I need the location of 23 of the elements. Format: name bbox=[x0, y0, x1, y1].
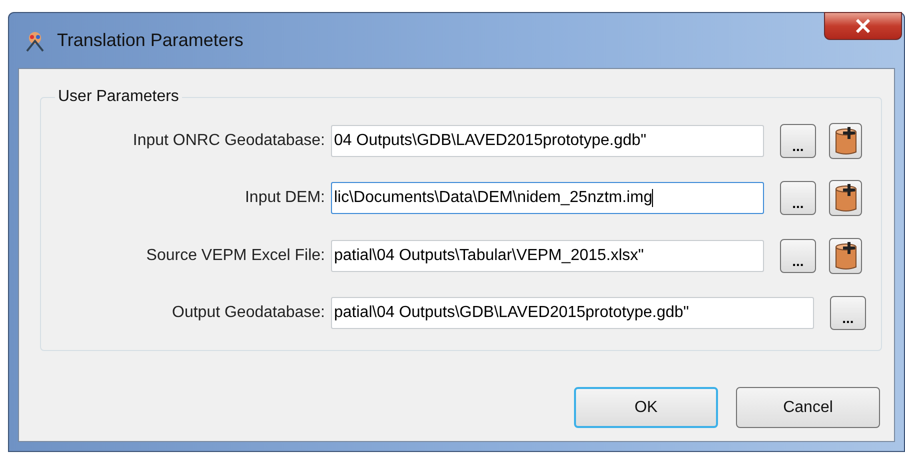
field-label: Source VEPM Excel File: bbox=[145, 246, 326, 265]
input-field[interactable]: lic\Documents\Data\DEM\nidem_25nztm.img bbox=[331, 182, 764, 214]
cylinder-plus-icon bbox=[832, 183, 858, 214]
dialog-button[interactable]: Cancel bbox=[736, 387, 880, 428]
add-button[interactable] bbox=[829, 238, 862, 274]
browse-button[interactable]: ... bbox=[830, 296, 866, 330]
browse-button[interactable]: ... bbox=[780, 124, 816, 158]
cylinder-plus-icon bbox=[832, 240, 858, 271]
browse-button[interactable]: ... bbox=[780, 238, 816, 273]
input-field[interactable]: patial\04 Outputs\Tabular\VEPM_2015.xlsx" bbox=[331, 240, 764, 272]
field-label: Input ONRC Geodatabase: bbox=[132, 132, 326, 150]
cylinder-plus-icon bbox=[832, 126, 858, 156]
window-title: Translation Parameters bbox=[57, 30, 244, 51]
input-field[interactable]: 04 Outputs\GDB\LAVED2015prototype.gdb" bbox=[331, 124, 764, 157]
field-label: Input DEM: bbox=[244, 189, 326, 208]
input-field[interactable]: patial\04 Outputs\GDB\LAVED2015prototype.gdb" bbox=[331, 297, 814, 330]
add-button[interactable] bbox=[829, 122, 862, 159]
close-button[interactable] bbox=[824, 12, 902, 40]
field-label: Output Geodatabase: bbox=[171, 304, 326, 322]
browse-button[interactable]: ... bbox=[780, 181, 816, 216]
dialog-button[interactable]: OK bbox=[574, 387, 718, 428]
add-button[interactable] bbox=[829, 180, 862, 216]
close-icon bbox=[855, 19, 871, 33]
